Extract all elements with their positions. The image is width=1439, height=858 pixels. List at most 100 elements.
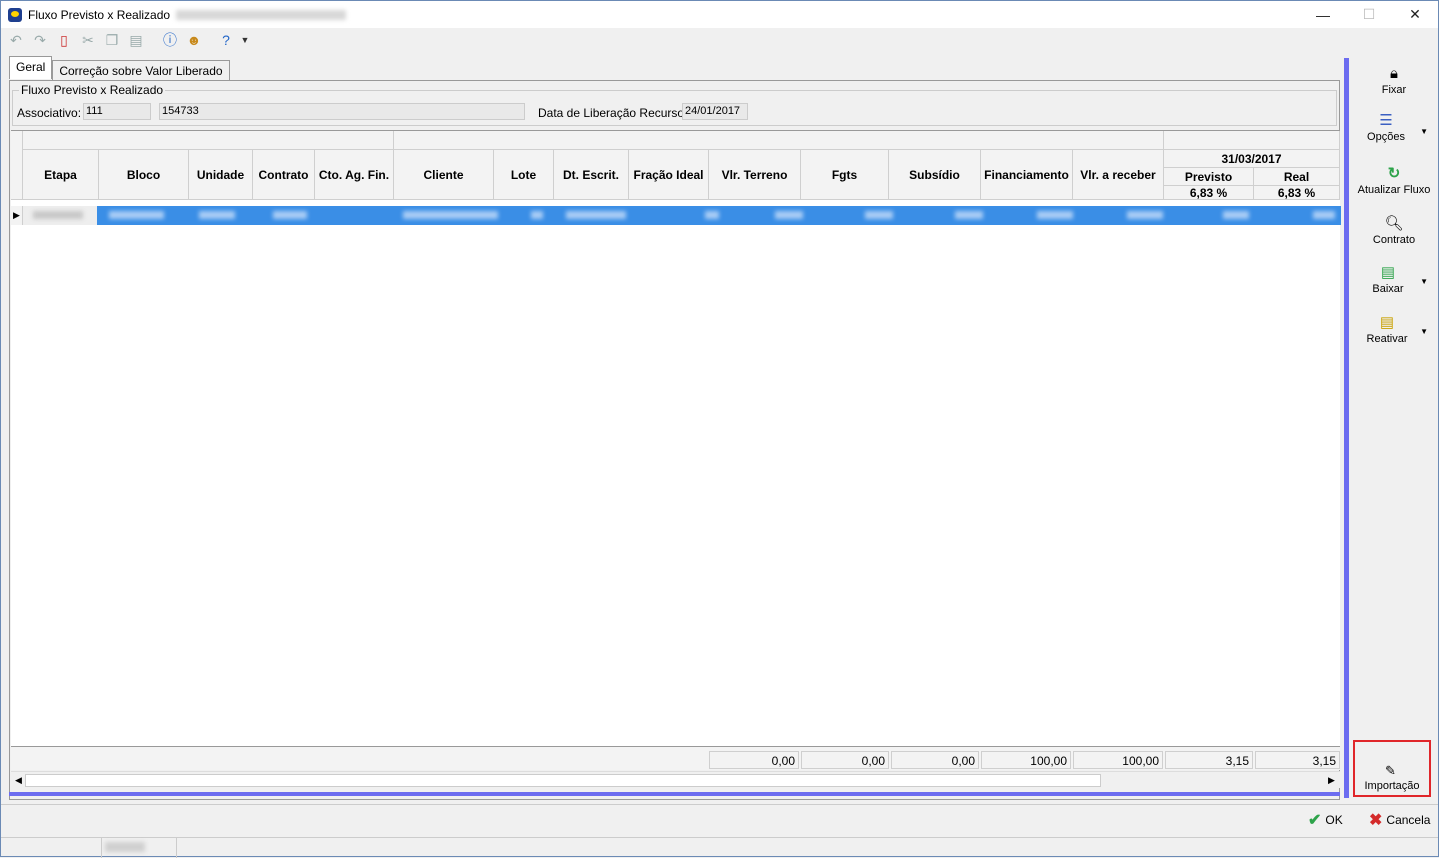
- col-financiamento[interactable]: Financiamento: [981, 150, 1073, 200]
- fixar-button[interactable]: 🔒︎ Fixar: [1350, 65, 1438, 97]
- cell-subsidio-redacted: [955, 211, 983, 219]
- copy-icon[interactable]: ❐: [103, 31, 121, 49]
- total-vlr-receber: 100,00: [1073, 751, 1163, 769]
- col-dt-escrit[interactable]: Dt. Escrit.: [554, 150, 629, 200]
- opcoes-chevron-down-icon[interactable]: ▼: [1420, 127, 1428, 136]
- reativar-button[interactable]: ▤ Reativar: [1343, 314, 1431, 346]
- col-real[interactable]: Real: [1254, 168, 1340, 186]
- reativar-label: Reativar: [1366, 333, 1408, 345]
- app-icon: [8, 7, 22, 22]
- minimize-button[interactable]: —: [1300, 1, 1346, 28]
- associativo-code-field[interactable]: 111: [83, 103, 151, 120]
- accent-bar-side: [1344, 58, 1349, 798]
- col-cliente[interactable]: Cliente: [394, 150, 494, 200]
- paste-icon[interactable]: ▤: [127, 31, 145, 49]
- accent-bar-bottom: [9, 792, 1340, 796]
- horizontal-scrollbar[interactable]: ◀ ▶: [11, 771, 1340, 788]
- row-indicator-icon: ▶: [11, 206, 23, 225]
- cell-lote-redacted: [531, 211, 543, 219]
- totals-footer: 0,00 0,00 0,00 100,00 100,00 3,15 3,15: [11, 746, 1340, 770]
- redo-icon[interactable]: ↷: [31, 31, 49, 49]
- cell-receber-redacted: [1127, 211, 1163, 219]
- cut-icon[interactable]: ✂: [79, 31, 97, 49]
- total-previsto: 3,15: [1165, 751, 1253, 769]
- tab-geral[interactable]: Geral: [9, 56, 53, 79]
- liberacao-label: Data de Liberação Recursos:: [538, 106, 694, 120]
- header-band-1: [23, 131, 394, 150]
- toolbar: ↶ ↷ ▯ ✂ ❐ ▤ ⓘ ☻ ? ▼: [1, 28, 1438, 52]
- tab-correcao[interactable]: Correção sobre Valor Liberado: [52, 60, 230, 80]
- cell-fracao-redacted: [705, 211, 719, 219]
- total-real: 3,15: [1255, 751, 1340, 769]
- user-icon[interactable]: ☻: [185, 31, 203, 49]
- cell-dt-escrit-redacted: [566, 211, 626, 219]
- total-financiamento: 100,00: [981, 751, 1071, 769]
- scroll-left-icon[interactable]: ◀: [12, 773, 25, 788]
- associativo-name-field[interactable]: 154733: [159, 103, 525, 120]
- col-unidade[interactable]: Unidade: [189, 150, 253, 200]
- col-vlr-terreno[interactable]: Vlr. Terreno: [709, 150, 801, 200]
- tab-bar: Geral Correção sobre Valor Liberado: [9, 56, 230, 80]
- cell-contrato-redacted: [273, 211, 307, 219]
- ok-button[interactable]: ✔ OK: [1308, 810, 1343, 830]
- table-row[interactable]: [23, 206, 1341, 225]
- close-button[interactable]: ✕: [1392, 1, 1438, 28]
- baixar-chevron-down-icon[interactable]: ▼: [1420, 277, 1428, 286]
- data-grid[interactable]: Etapa Bloco Unidade Contrato Cto. Ag. Fi…: [11, 130, 1341, 746]
- col-cto-ag-fin[interactable]: Cto. Ag. Fin.: [315, 150, 394, 200]
- col-previsto[interactable]: Previsto: [1164, 168, 1254, 186]
- importacao-button[interactable]: ✎ Importação: [1353, 740, 1431, 797]
- liberacao-date-field[interactable]: 24/01/2017: [682, 103, 748, 120]
- col-lote[interactable]: Lote: [494, 150, 554, 200]
- col-vlr-receber[interactable]: Vlr. a receber: [1073, 150, 1164, 200]
- main-window: Fluxo Previsto x Realizado — ☐ ✕ ↶ ↷ ▯ ✂…: [0, 0, 1439, 858]
- atualizar-fluxo-label: Atualizar Fluxo: [1357, 184, 1431, 196]
- group-title: Fluxo Previsto x Realizado: [19, 83, 166, 97]
- col-fracao-ideal[interactable]: Fração Ideal: [629, 150, 709, 200]
- opcoes-label: Opções: [1367, 131, 1405, 143]
- cell-fgts-redacted: [865, 211, 893, 219]
- chevron-down-icon[interactable]: ▼: [241, 31, 250, 49]
- import-icon: ✎: [1385, 763, 1396, 778]
- reactivate-icon: ▤: [1379, 314, 1395, 331]
- baixar-button[interactable]: ▤ Baixar: [1344, 265, 1432, 296]
- tab-panel: Fluxo Previsto x Realizado Associativo: …: [9, 80, 1341, 800]
- col-contrato[interactable]: Contrato: [253, 150, 315, 200]
- cancel-label: Cancela: [1386, 813, 1431, 827]
- reativar-chevron-down-icon[interactable]: ▼: [1420, 327, 1428, 336]
- new-document-icon[interactable]: ▯: [55, 31, 73, 49]
- undo-icon[interactable]: ↶: [7, 31, 25, 49]
- maximize-button[interactable]: ☐: [1346, 1, 1392, 28]
- atualizar-fluxo-button[interactable]: ↻ Atualizar Fluxo: [1350, 165, 1438, 197]
- total-vlr-terreno: 0,00: [709, 751, 799, 769]
- total-fgts: 0,00: [801, 751, 889, 769]
- status-divider: [101, 838, 102, 858]
- real-pct: 6,83 %: [1254, 186, 1340, 200]
- cell-previsto-redacted: [1223, 211, 1249, 219]
- col-bloco[interactable]: Bloco: [99, 150, 189, 200]
- cell-etapa-redacted: [33, 211, 83, 219]
- cancel-button[interactable]: ✖ Cancela: [1369, 810, 1430, 830]
- previsto-pct: 6,83 %: [1164, 186, 1254, 200]
- cell-cliente-redacted: [403, 211, 498, 219]
- help-icon[interactable]: ?: [217, 31, 235, 49]
- associativo-label: Associativo:: [17, 106, 82, 120]
- window-title-redacted: [176, 9, 347, 20]
- date-group-header: 31/03/2017: [1164, 150, 1340, 168]
- ok-label: OK: [1325, 813, 1343, 827]
- cell-real-redacted: [1313, 211, 1335, 219]
- contrato-button[interactable]: 🔍︎ Contrato: [1350, 216, 1438, 247]
- cross-icon: ✖: [1369, 812, 1383, 829]
- divider: [1, 804, 1438, 805]
- scroll-right-icon[interactable]: ▶: [1325, 773, 1338, 788]
- refresh-icon: ↻: [1387, 165, 1401, 182]
- opcoes-button[interactable]: ☰ Opções: [1342, 113, 1430, 144]
- status-text-redacted: [105, 842, 145, 852]
- col-fgts[interactable]: Fgts: [801, 150, 889, 200]
- lock-icon: 🔒︎: [1390, 65, 1398, 82]
- col-subsidio[interactable]: Subsídio: [889, 150, 981, 200]
- fixar-label: Fixar: [1381, 84, 1407, 96]
- info-icon[interactable]: ⓘ: [161, 31, 179, 49]
- scroll-thumb[interactable]: [25, 774, 1101, 787]
- col-etapa[interactable]: Etapa: [23, 150, 99, 200]
